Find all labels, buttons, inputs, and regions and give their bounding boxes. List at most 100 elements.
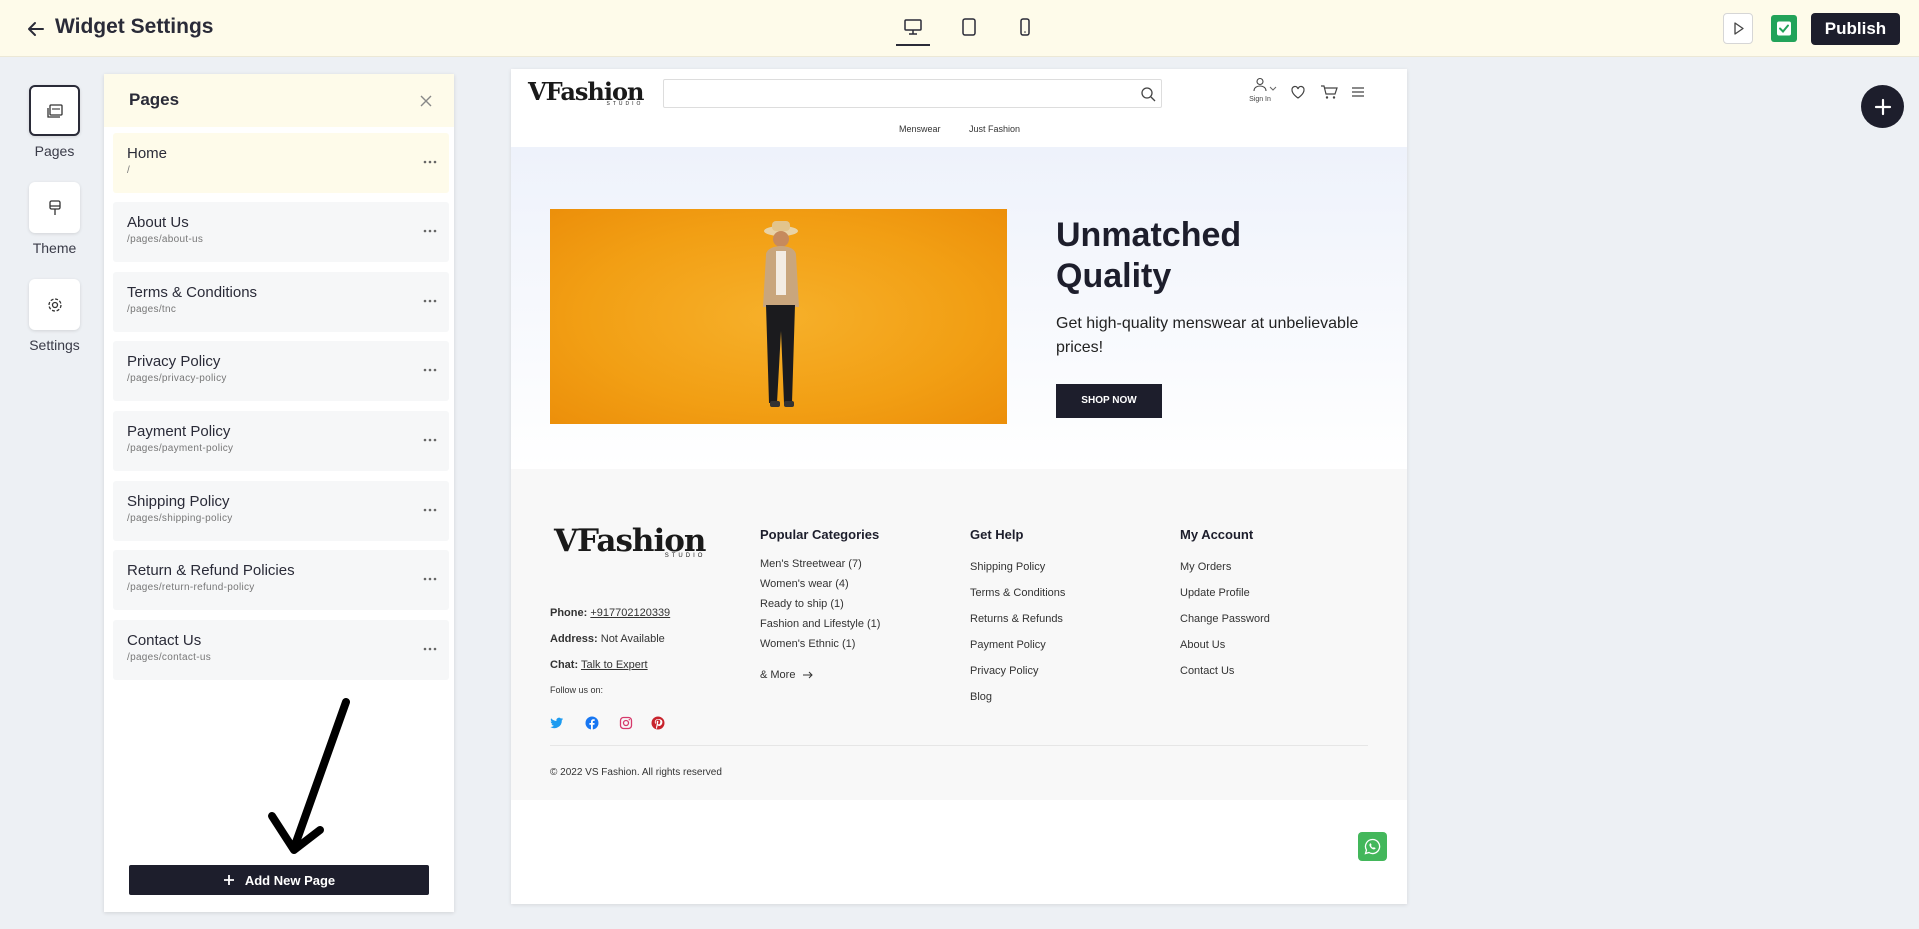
site-preview: VFashion STUDIO Sign In Menswear Just Fa…: [511, 69, 1407, 904]
whatsapp-button[interactable]: [1358, 832, 1387, 861]
footer-col-title-account: My Account: [1180, 527, 1254, 542]
more-options-icon[interactable]: [421, 294, 439, 308]
follow-us-label: Follow us on:: [550, 685, 604, 695]
page-item-name: Contact Us: [127, 632, 202, 649]
footer-link[interactable]: Update Profile: [1180, 587, 1250, 599]
back-arrow-icon[interactable]: [26, 14, 52, 42]
more-options-icon[interactable]: [421, 503, 439, 517]
page-item-path: /pages/about-us: [127, 234, 204, 245]
talk-to-expert-link[interactable]: Talk to Expert: [581, 659, 648, 671]
footer-col-title-categories: Popular Categories: [760, 527, 880, 542]
preview-play-button[interactable]: [1723, 13, 1753, 44]
rail-pages-label: Pages: [34, 143, 75, 159]
footer-link[interactable]: Privacy Policy: [970, 665, 1038, 677]
shop-now-button[interactable]: SHOP NOW: [1056, 384, 1162, 418]
more-categories-link[interactable]: & More: [760, 669, 814, 681]
page-item-path: /pages/return-refund-policy: [127, 582, 255, 593]
page-item-privacy-policy[interactable]: Privacy Policy /pages/privacy-policy: [113, 341, 449, 401]
publish-button[interactable]: Publish: [1811, 13, 1900, 45]
twitter-icon[interactable]: [550, 716, 564, 730]
site-footer: VFashion STUDIO Phone: +917702120339 Add…: [511, 469, 1407, 800]
page-item-terms[interactable]: Terms & Conditions /pages/tnc: [113, 272, 449, 332]
search-icon[interactable]: [1140, 86, 1156, 102]
footer-link[interactable]: Shipping Policy: [970, 561, 1045, 573]
page-item-about-us[interactable]: About Us /pages/about-us: [113, 202, 449, 262]
page-item-home[interactable]: Home /: [113, 133, 449, 193]
more-options-icon[interactable]: [421, 155, 439, 169]
hamburger-menu-icon[interactable]: [1351, 86, 1365, 98]
rail-settings-box[interactable]: [29, 279, 80, 330]
page-item-path: /pages/tnc: [127, 304, 177, 315]
chat-label: Chat:: [550, 659, 579, 671]
rail-theme-box[interactable]: [29, 182, 80, 233]
add-new-page-button[interactable]: Add New Page: [129, 865, 429, 895]
footer-link[interactable]: Payment Policy: [970, 639, 1046, 651]
more-options-icon[interactable]: [421, 572, 439, 586]
footer-link[interactable]: Men's Streetwear (7): [760, 558, 862, 570]
more-options-icon[interactable]: [421, 642, 439, 656]
footer-divider: [550, 745, 1368, 746]
page-item-name: Terms & Conditions: [127, 284, 258, 301]
footer-link[interactable]: My Orders: [1180, 561, 1231, 573]
nav-link-just-fashion[interactable]: Just Fashion: [969, 124, 1020, 134]
desktop-icon: [904, 19, 922, 35]
rail-pages[interactable]: Pages: [21, 85, 88, 159]
mobile-view-button[interactable]: [1008, 16, 1042, 46]
play-icon: [1734, 22, 1744, 35]
save-check-button[interactable]: [1771, 15, 1797, 42]
more-categories-label: & More: [760, 669, 796, 681]
top-bar: Widget Settings Publish: [0, 0, 1919, 57]
footer-logo: VFashion STUDIO: [554, 523, 706, 559]
more-options-icon[interactable]: [421, 433, 439, 447]
site-logo[interactable]: VFashion STUDIO: [528, 77, 644, 107]
tablet-view-button[interactable]: [952, 16, 986, 46]
more-options-icon[interactable]: [421, 224, 439, 238]
rail-pages-box[interactable]: [29, 85, 80, 136]
footer-link[interactable]: Ready to ship (1): [760, 598, 844, 610]
page-item-shipping-policy[interactable]: Shipping Policy /pages/shipping-policy: [113, 481, 449, 541]
hero-title: Unmatched Quality: [1056, 216, 1242, 295]
page-item-return-refund[interactable]: Return & Refund Policies /pages/return-r…: [113, 550, 449, 610]
check-icon: [1777, 21, 1791, 36]
footer-link[interactable]: Blog: [970, 691, 992, 703]
desktop-view-button[interactable]: [896, 16, 930, 46]
whatsapp-icon: [1364, 838, 1381, 855]
nav-link-menswear[interactable]: Menswear: [899, 124, 941, 134]
rail-settings[interactable]: Settings: [21, 279, 88, 353]
footer-link[interactable]: Change Password: [1180, 613, 1270, 625]
rail-theme[interactable]: Theme: [21, 182, 88, 256]
plus-icon: [1874, 98, 1891, 115]
phone-link[interactable]: +917702120339: [590, 607, 670, 619]
heart-icon[interactable]: [1290, 84, 1306, 100]
rail-settings-label: Settings: [29, 337, 80, 353]
footer-link[interactable]: Women's Ethnic (1): [760, 638, 855, 650]
mobile-icon: [1020, 18, 1030, 36]
footer-link[interactable]: Contact Us: [1180, 665, 1234, 677]
facebook-icon[interactable]: [585, 716, 599, 730]
page-item-contact-us[interactable]: Contact Us /pages/contact-us: [113, 620, 449, 680]
more-options-icon[interactable]: [421, 363, 439, 377]
page-item-name: Return & Refund Policies: [127, 562, 295, 579]
site-search-input[interactable]: [663, 79, 1162, 108]
brush-icon: [48, 199, 61, 215]
pages-icon: [46, 103, 63, 118]
pages-panel: Pages Home / About Us /pages/about-us Te…: [104, 74, 454, 912]
footer-link[interactable]: Terms & Conditions: [970, 587, 1065, 599]
footer-chat: Chat: Talk to Expert: [550, 659, 648, 671]
annotation-arrow-icon: [268, 698, 350, 854]
close-icon[interactable]: [417, 92, 435, 110]
footer-link[interactable]: Returns & Refunds: [970, 613, 1063, 625]
footer-link[interactable]: About Us: [1180, 639, 1225, 651]
hero-image: [550, 209, 1007, 424]
hero-section: Unmatched Quality Get high-quality mensw…: [511, 147, 1407, 469]
add-widget-button[interactable]: [1861, 85, 1904, 128]
address-label: Address:: [550, 633, 598, 645]
cart-icon[interactable]: [1320, 84, 1338, 100]
page-item-payment-policy[interactable]: Payment Policy /pages/payment-policy: [113, 411, 449, 471]
footer-link[interactable]: Women's wear (4): [760, 578, 849, 590]
chevron-down-icon[interactable]: [1269, 86, 1277, 92]
pinterest-icon[interactable]: [651, 716, 665, 730]
instagram-icon[interactable]: [619, 716, 633, 730]
footer-link[interactable]: Fashion and Lifestyle (1): [760, 618, 880, 630]
plus-icon: [223, 875, 234, 885]
